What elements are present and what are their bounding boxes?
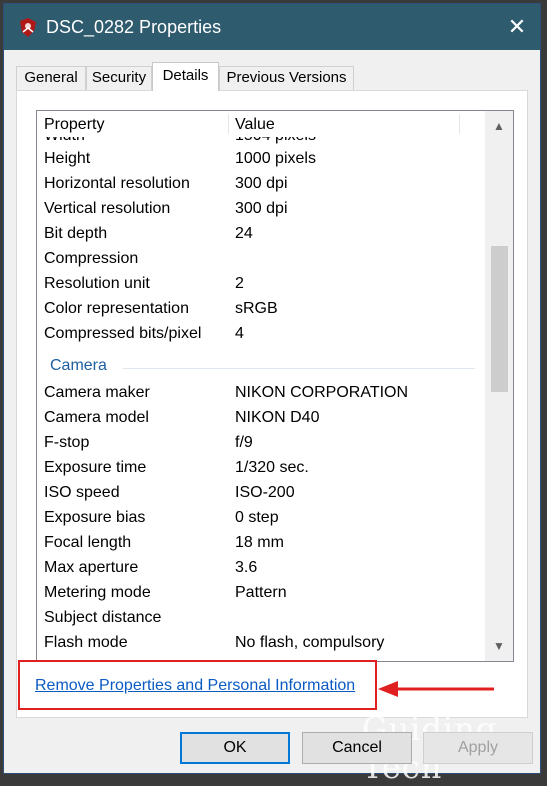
property-name: Resolution unit — [44, 275, 150, 292]
property-value: No flash, compulsory — [235, 634, 385, 651]
details-panel: Property Value Width 1504 pixels Height … — [16, 90, 528, 718]
column-header-property[interactable]: Property — [44, 116, 104, 134]
ok-button[interactable]: OK — [180, 732, 290, 764]
table-row[interactable]: Compressed bits/pixel 4 — [37, 323, 485, 348]
table-row[interactable]: Max aperture 3.6 — [37, 557, 485, 582]
apply-button[interactable]: Apply — [423, 732, 533, 764]
property-name: Exposure bias — [44, 509, 146, 526]
property-value: 1/320 sec. — [235, 459, 309, 476]
list-header: Property Value — [37, 111, 485, 137]
property-name: Camera maker — [44, 384, 150, 401]
scrollbar-thumb[interactable] — [491, 246, 508, 392]
image-file-icon — [20, 18, 36, 37]
property-name: Horizontal resolution — [44, 175, 190, 192]
property-name: Color representation — [44, 300, 189, 317]
table-row[interactable]: Focal length 18 mm — [37, 532, 485, 557]
column-divider[interactable] — [228, 114, 229, 134]
remove-properties-link[interactable]: Remove Properties and Personal Informati… — [35, 677, 355, 695]
property-value: 4 — [235, 325, 244, 342]
table-row[interactable]: Exposure time 1/320 sec. — [37, 457, 485, 482]
property-value: 300 dpi — [235, 200, 288, 217]
close-button[interactable]: ✕ — [494, 4, 540, 50]
table-row[interactable]: Compression — [37, 248, 485, 273]
scroll-up-button[interactable]: ▲ — [485, 113, 513, 139]
group-divider — [123, 368, 475, 369]
table-row[interactable]: Metering mode Pattern — [37, 582, 485, 607]
group-header-camera[interactable]: Camera — [37, 354, 485, 379]
table-row[interactable]: Subject distance — [37, 607, 485, 632]
table-row[interactable]: Horizontal resolution 300 dpi — [37, 173, 485, 198]
table-row[interactable]: Flash mode No flash, compulsory — [37, 632, 485, 657]
chevron-up-icon: ▲ — [493, 119, 505, 133]
chevron-down-icon: ▼ — [493, 639, 505, 653]
table-row[interactable]: Camera maker NIKON CORPORATION — [37, 382, 485, 407]
scroll-down-button[interactable]: ▼ — [485, 633, 513, 659]
table-row[interactable]: Resolution unit 2 — [37, 273, 485, 298]
table-row[interactable]: ISO speed ISO-200 — [37, 482, 485, 507]
property-name: Vertical resolution — [44, 200, 171, 217]
column-header-value[interactable]: Value — [235, 116, 275, 134]
property-name: Focal length — [44, 534, 132, 551]
property-name: Height — [44, 150, 91, 167]
property-value: f/9 — [235, 434, 253, 451]
tab-security[interactable]: Security — [86, 66, 152, 90]
table-row[interactable]: Bit depth 24 — [37, 223, 485, 248]
property-value: 3.6 — [235, 559, 258, 576]
property-name: Camera model — [44, 409, 149, 426]
annotation-arrow-icon — [378, 681, 494, 697]
property-name: Metering mode — [44, 584, 151, 601]
table-row[interactable]: Vertical resolution 300 dpi — [37, 198, 485, 223]
property-value: Pattern — [235, 584, 287, 601]
cancel-button[interactable]: Cancel — [302, 732, 412, 764]
property-value: NIKON CORPORATION — [235, 384, 409, 401]
tab-previous-versions[interactable]: Previous Versions — [219, 66, 354, 90]
property-value: 24 — [235, 225, 253, 242]
properties-list[interactable]: Property Value Width 1504 pixels Height … — [36, 110, 514, 662]
close-icon: ✕ — [507, 14, 527, 39]
property-name: Flash mode — [44, 634, 128, 651]
property-value: sRGB — [235, 300, 278, 317]
property-name: Compressed bits/pixel — [44, 325, 202, 342]
property-name: Compression — [44, 250, 139, 267]
property-name: Bit depth — [44, 225, 108, 242]
property-name: Subject distance — [44, 609, 162, 626]
table-row[interactable]: Color representation sRGB — [37, 298, 485, 323]
vertical-scrollbar[interactable]: ▲ ▼ — [485, 111, 513, 661]
tab-general[interactable]: General — [16, 66, 86, 90]
table-row[interactable]: Camera model NIKON D40 — [37, 407, 485, 432]
property-name: F-stop — [44, 434, 90, 451]
property-name: Max aperture — [44, 559, 139, 576]
tab-details[interactable]: Details — [152, 62, 219, 91]
property-value: 18 mm — [235, 534, 284, 551]
property-value: 2 — [235, 275, 244, 292]
column-divider[interactable] — [459, 114, 460, 134]
property-value: 300 dpi — [235, 175, 288, 192]
group-label: Camera — [50, 357, 107, 374]
property-value: NIKON D40 — [235, 409, 320, 426]
title-bar[interactable]: DSC_0282 Properties ✕ — [4, 4, 540, 50]
table-row[interactable]: F-stop f/9 — [37, 432, 485, 457]
property-name: Exposure time — [44, 459, 147, 476]
table-row[interactable]: Exposure bias 0 step — [37, 507, 485, 532]
properties-dialog: DSC_0282 Properties ✕ General Security D… — [3, 3, 541, 786]
property-value: ISO-200 — [235, 484, 295, 501]
property-value: 1000 pixels — [235, 150, 316, 167]
property-value: 0 step — [235, 509, 279, 526]
table-row[interactable]: Height 1000 pixels — [37, 148, 485, 173]
property-name: ISO speed — [44, 484, 120, 501]
window-title: DSC_0282 Properties — [46, 17, 222, 37]
